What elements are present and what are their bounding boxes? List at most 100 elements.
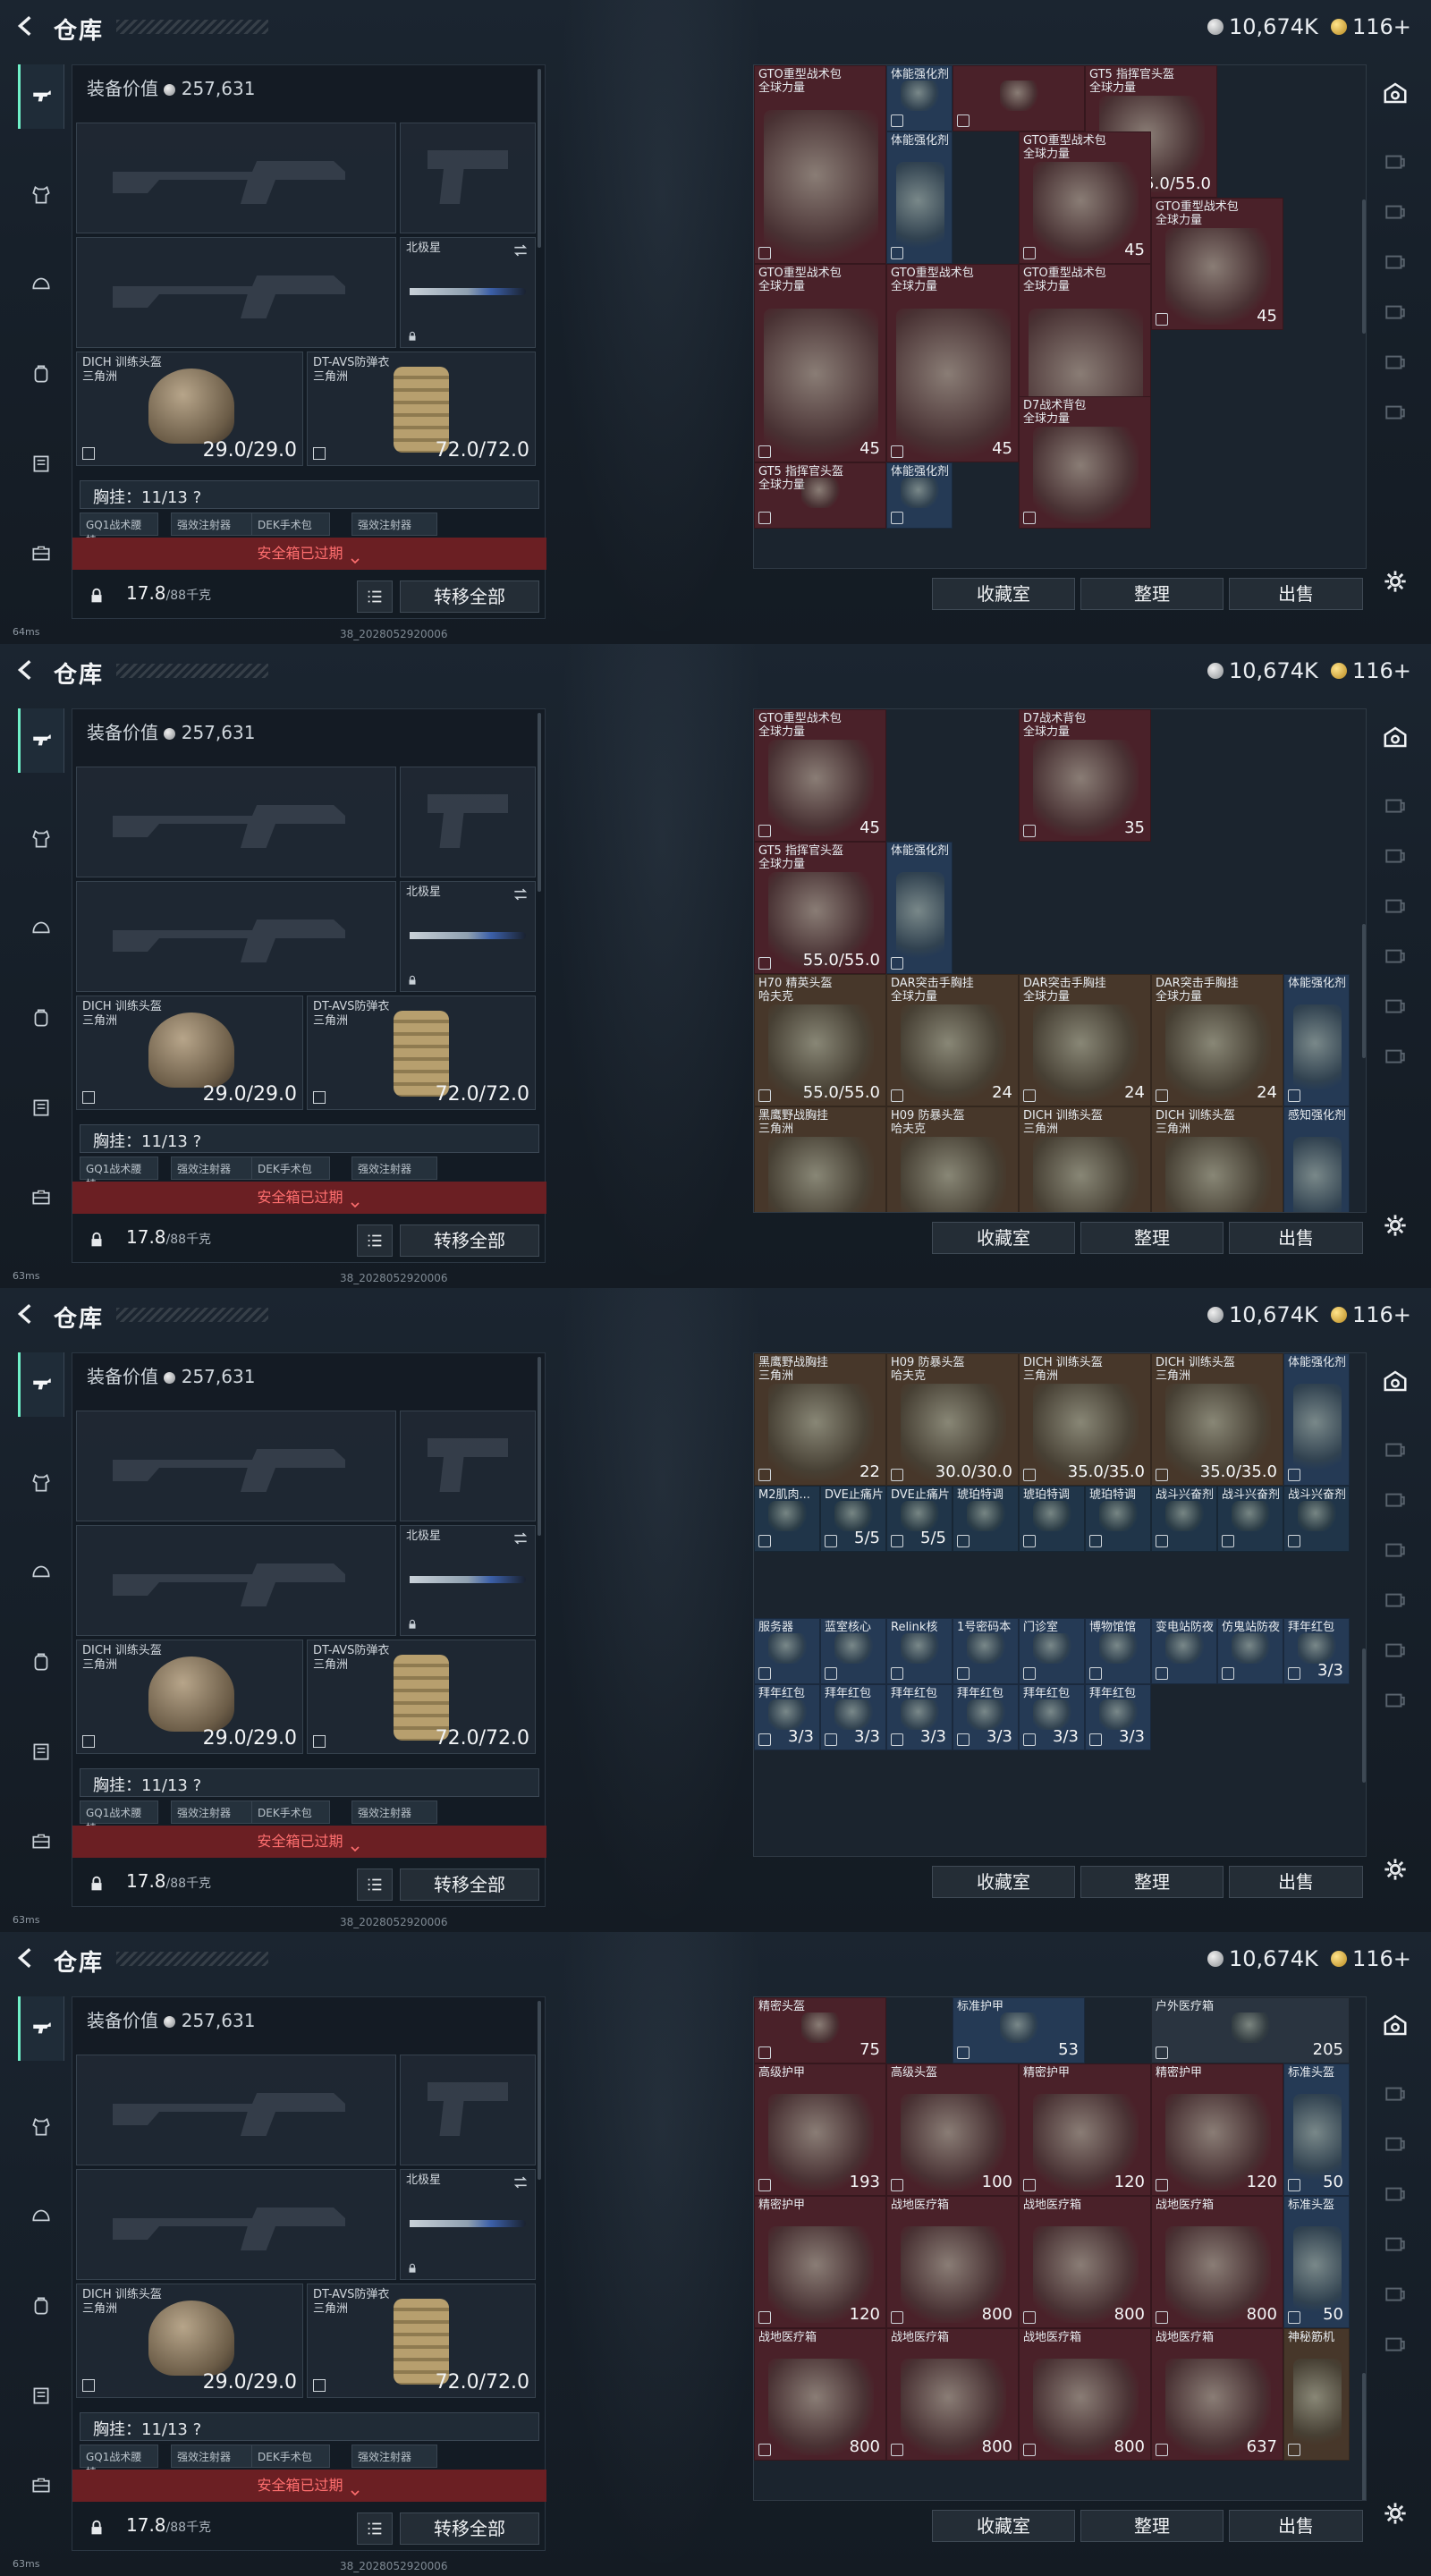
helmet-slot[interactable]: DICH 训练头盔 三角洲 29.0/29.0 <box>76 996 303 1110</box>
storage-item[interactable]: 体能强化剂 <box>1283 974 1350 1106</box>
gold-currency[interactable]: 116+ <box>1331 1946 1411 1971</box>
storage-item[interactable]: 战地医疗箱 800 <box>1019 2196 1151 2328</box>
storage-item[interactable]: 拜年红包 3/3 <box>886 1684 953 1750</box>
nav-helmet[interactable] <box>18 896 64 961</box>
storage-item[interactable]: 门诊室 <box>1019 1618 1085 1684</box>
nav-container[interactable] <box>18 1719 64 1784</box>
storage-item[interactable]: GTO重型战术包全球力量 45 <box>754 709 886 842</box>
storage-item[interactable]: GTO重型战术包全球力量 45 <box>754 264 886 471</box>
storage-item[interactable]: 变电站防夜 <box>1151 1618 1217 1684</box>
storage-item[interactable]: 高级护甲 193 <box>754 2063 886 2196</box>
storage-item[interactable]: DAR突击手胸挂 全球力量 24 <box>1019 974 1151 1106</box>
storage-item[interactable]: H09 防暴头盔哈夫克30.0/30.0 <box>886 1106 1019 1212</box>
storage-item[interactable]: Relink核 <box>886 1618 953 1684</box>
safe-box-expired-banner[interactable]: 安全箱已过期 <box>72 538 546 570</box>
storage-item[interactable]: 战斗兴奋剂 <box>1151 1486 1217 1552</box>
chest-rig-bar[interactable]: 胸挂：11/13 ? <box>80 1768 539 1797</box>
storage-page-tab[interactable] <box>1379 1633 1411 1665</box>
primary-weapon-slot[interactable] <box>76 1411 396 1521</box>
chest-item[interactable]: GQ1战术腰挂 <box>80 1801 158 1835</box>
storage-item[interactable]: H09 防暴头盔哈夫克30.0/30.0 <box>886 1353 1019 1486</box>
melee-slot[interactable]: 北极星 <box>400 1525 536 1636</box>
storage-item[interactable]: 战斗兴奋剂 <box>1283 1486 1350 1552</box>
collection-room-button[interactable]: 收藏室 <box>932 1866 1075 1898</box>
storage-item[interactable]: 精密护甲 120 <box>754 2196 886 2328</box>
helmet-slot[interactable]: DICH 训练头盔 三角洲 29.0/29.0 <box>76 352 303 466</box>
back-button[interactable] <box>14 658 38 682</box>
storage-item[interactable]: 拜年红包 3/3 <box>820 1684 886 1750</box>
pistol-slot[interactable] <box>400 767 536 877</box>
nav-backpack[interactable] <box>18 342 64 406</box>
transfer-all-button[interactable]: 转移全部 <box>400 2512 539 2545</box>
storage-scrollbar[interactable] <box>1362 2373 1366 2500</box>
helmet-slot[interactable]: DICH 训练头盔 三角洲 29.0/29.0 <box>76 1640 303 1754</box>
pistol-slot[interactable] <box>400 2055 536 2165</box>
storage-item[interactable]: GT5 指挥官头盔 全球力量 55.0/55.0 <box>754 842 886 974</box>
storage-item[interactable]: DICH 训练头盔三角洲35.0/35.0 <box>1019 1106 1151 1212</box>
storage-page-tab[interactable] <box>1379 1039 1411 1072</box>
chest-item[interactable]: DEK手术包 <box>251 513 330 536</box>
storage-item[interactable]: 户外医疗箱 205 <box>1151 1997 1350 2063</box>
storage-item[interactable]: DICH 训练头盔三角洲35.0/35.0 <box>1151 1106 1283 1212</box>
chest-item[interactable]: DEK手术包 <box>251 2445 330 2468</box>
nav-container[interactable] <box>18 2363 64 2428</box>
gold-currency[interactable]: 116+ <box>1331 658 1411 683</box>
storage-item[interactable]: 体能强化剂 <box>886 462 953 529</box>
nav-backpack[interactable] <box>18 2274 64 2338</box>
safe-button[interactable] <box>1379 721 1411 753</box>
settings-button[interactable] <box>1379 565 1411 597</box>
storage-item[interactable]: 感知强化剂 <box>1283 1106 1350 1212</box>
storage-item[interactable]: 1号密码本 <box>953 1618 1019 1684</box>
storage-scrollbar[interactable] <box>1362 1648 1366 1783</box>
storage-item[interactable]: 战地医疗箱 637 <box>1151 2328 1283 2461</box>
storage-item[interactable]: GTO重型战术包全球力量 45 <box>886 264 1019 471</box>
storage-item[interactable]: 黑鹰野战胸挂三角洲22 <box>754 1106 886 1212</box>
organize-button[interactable]: 整理 <box>1080 2510 1224 2542</box>
storage-item[interactable]: 拜年红包 3/3 <box>953 1684 1019 1750</box>
storage-item[interactable]: 体能强化剂 <box>886 131 953 264</box>
storage-item[interactable]: 标准护甲 53 <box>953 1997 1085 2063</box>
storage-item[interactable]: 蓝室核心 <box>820 1618 886 1684</box>
armor-slot[interactable]: DT-AVS防弹衣 三角洲 72.0/72.0 <box>307 1640 536 1754</box>
nav-backpack[interactable] <box>18 986 64 1050</box>
storage-page-tab[interactable] <box>1379 889 1411 921</box>
storage-item[interactable]: GTO重型战术包 全球力量 <box>754 65 886 273</box>
storage-item[interactable]: 琥珀特调 <box>953 1486 1019 1552</box>
storage-item[interactable]: 拜年红包 3/3 <box>1019 1684 1085 1750</box>
storage-item[interactable]: 仿鬼站防夜 <box>1217 1618 1283 1684</box>
armor-slot[interactable]: DT-AVS防弹衣 三角洲 72.0/72.0 <box>307 996 536 1110</box>
transfer-all-button[interactable]: 转移全部 <box>400 1224 539 1257</box>
nav-helmet[interactable] <box>18 1540 64 1605</box>
storage-item[interactable]: M2肌肉... <box>754 1486 820 1552</box>
storage-item[interactable]: 博物馆馆 <box>1085 1618 1151 1684</box>
secondary-weapon-slot[interactable] <box>76 237 396 348</box>
nav-armor[interactable] <box>18 1451 64 1515</box>
storage-page-tab[interactable] <box>1379 2127 1411 2159</box>
equipment-scrollbar[interactable] <box>538 1357 541 1536</box>
storage-page-tab[interactable] <box>1379 789 1411 821</box>
gold-currency[interactable]: 116+ <box>1331 14 1411 39</box>
storage-item[interactable]: 战斗兴奋剂 <box>1217 1486 1283 1552</box>
safe-box-expired-banner[interactable]: 安全箱已过期 <box>72 2470 546 2502</box>
storage-page-tab[interactable] <box>1379 345 1411 377</box>
storage-item[interactable]: 琥珀特调 <box>1085 1486 1151 1552</box>
safe-box-expired-banner[interactable]: 安全箱已过期 <box>72 1826 546 1858</box>
storage-page-tab[interactable] <box>1379 939 1411 971</box>
nav-case[interactable] <box>18 2453 64 2517</box>
chest-item[interactable]: 强效注射器 <box>351 1801 437 1824</box>
storage-page-tab[interactable] <box>1379 195 1411 227</box>
storage-page-tab[interactable] <box>1379 2227 1411 2259</box>
storage-item[interactable]: GTO重型战术包全球力量 45 <box>1019 131 1151 264</box>
storage-item[interactable]: 体能强化剂 <box>886 65 953 131</box>
storage-page-tab[interactable] <box>1379 2327 1411 2360</box>
melee-slot[interactable]: 北极星 <box>400 237 536 348</box>
primary-weapon-slot[interactable] <box>76 123 396 233</box>
nav-case[interactable] <box>18 1809 64 1873</box>
storage-item[interactable]: D7战术背包 全球力量 <box>1019 396 1151 529</box>
storage-item[interactable]: 精密护甲 120 <box>1151 2063 1283 2196</box>
secondary-weapon-slot[interactable] <box>76 2169 396 2280</box>
list-view-button[interactable] <box>357 1868 393 1901</box>
storage-item[interactable]: 战地医疗箱 800 <box>1151 2196 1283 2328</box>
chest-item[interactable]: GQ1战术腰挂 <box>80 513 158 547</box>
back-button[interactable] <box>14 1302 38 1326</box>
